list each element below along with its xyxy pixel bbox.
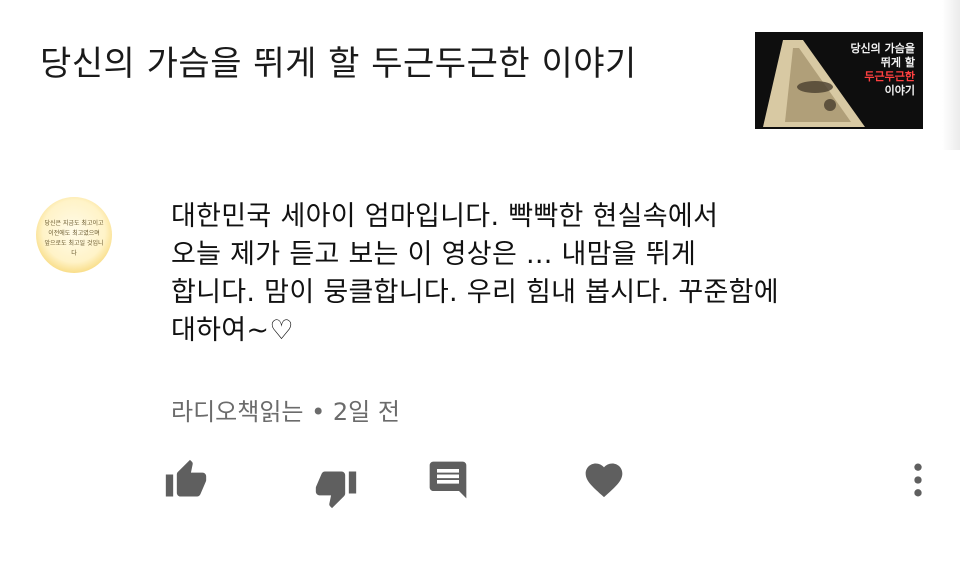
heart-button[interactable] <box>582 458 626 502</box>
comment-actions <box>0 458 960 518</box>
video-title[interactable]: 당신의 가슴을 뛰게 할 두근두근한 이야기 <box>40 42 720 86</box>
comment-line: 합니다. 맘이 뭉클합니다. 우리 힘내 봅시다. 꾸준함에 <box>171 277 779 308</box>
dislike-icon <box>315 471 357 509</box>
reply-icon <box>429 461 467 499</box>
dislike-button[interactable] <box>314 466 358 510</box>
thumbnail-caption: 당신의 가슴을 뛰게 할 두근두근한 이야기 <box>850 42 915 97</box>
like-icon <box>165 459 207 497</box>
video-thumbnail[interactable]: 당신의 가슴을 뛰게 할 두근두근한 이야기 <box>755 32 923 129</box>
comment-line: 오늘 제가 듣고 보는 이 영상은 ... 내맘을 뛰게 <box>171 239 697 270</box>
comment-meta: 라디오책읽는 • 2일 전 <box>171 398 400 426</box>
comment-text: 대한민국 세아이 엄마입니다. 빡빡한 현실속에서 오늘 제가 듣고 보는 이 … <box>171 198 941 350</box>
more-options-button[interactable] <box>896 458 940 502</box>
more-vert-icon <box>914 463 922 497</box>
reply-button[interactable] <box>426 458 470 502</box>
edge-shadow <box>942 0 960 150</box>
avatar[interactable]: 당신은 지금도 최고이고 이전에도 최고였으며 앞으로도 최고일 것입니다 <box>36 197 112 273</box>
like-button[interactable] <box>164 458 208 502</box>
comment-line: 대한민국 세아이 엄마입니다. 빡빡한 현실속에서 <box>171 201 719 232</box>
heart-icon <box>585 463 623 498</box>
avatar-caption: 당신은 지금도 최고이고 이전에도 최고였으며 앞으로도 최고일 것입니다 <box>44 220 104 257</box>
comment-line: 대하여~♡ <box>171 315 294 346</box>
